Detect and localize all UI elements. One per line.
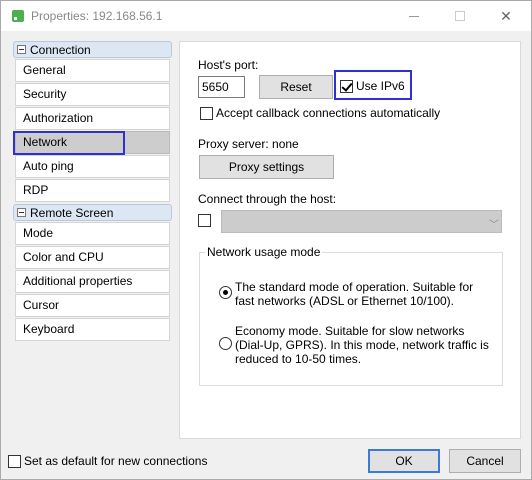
maximize-button[interactable] — [437, 1, 483, 31]
group-header-connection[interactable]: Connection — [13, 41, 172, 58]
proxy-settings-button[interactable]: Proxy settings — [199, 155, 334, 179]
network-settings-panel: Host's port: 5650 Reset Use IPv6 Accept … — [179, 41, 521, 439]
sidebar-item-color-and-cpu[interactable]: Color and CPU — [15, 246, 170, 269]
minimize-icon — [409, 15, 419, 17]
group-label-connection: Connection — [30, 42, 91, 57]
properties-window: Properties: 192.168.56.1 ✕ Connection Ge… — [0, 0, 532, 480]
connect-through-host-select[interactable] — [221, 210, 502, 233]
window-title: Properties: 192.168.56.1 — [31, 9, 163, 23]
port-input[interactable]: 5650 — [198, 76, 245, 98]
set-default-label: Set as default for new connections — [24, 454, 208, 468]
maximize-icon — [455, 11, 465, 21]
proxy-server-label: Proxy server: none — [198, 137, 299, 151]
sidebar-item-security[interactable]: Security — [15, 83, 170, 106]
accept-callback-label: Accept callback connections automaticall… — [216, 106, 441, 120]
use-ipv6-checkbox[interactable] — [340, 80, 353, 93]
network-usage-mode-legend: Network usage mode — [205, 245, 323, 259]
use-ipv6-label: Use IPv6 — [356, 79, 405, 93]
title-bar: Properties: 192.168.56.1 ✕ — [1, 1, 531, 31]
sidebar-item-mode[interactable]: Mode — [15, 222, 170, 245]
hosts-port-label: Host's port: — [198, 58, 259, 72]
reset-button[interactable]: Reset — [259, 75, 333, 99]
ok-button[interactable]: OK — [368, 449, 440, 473]
minimize-button[interactable] — [391, 1, 437, 31]
mode-standard-text: The standard mode of operation. Suitable… — [235, 280, 474, 308]
sidebar-item-authorization[interactable]: Authorization — [15, 107, 170, 130]
sidebar-item-keyboard[interactable]: Keyboard — [15, 318, 170, 341]
mode-standard-radio[interactable] — [219, 286, 232, 299]
accept-callback-checkbox[interactable] — [200, 107, 213, 120]
sidebar-item-additional-properties[interactable]: Additional properties — [15, 270, 170, 293]
mode-economy-text: Economy mode. Suitable for slow networks… — [235, 324, 489, 366]
mode-economy-radio[interactable] — [219, 337, 232, 350]
cancel-button[interactable]: Cancel — [449, 449, 521, 473]
sidebar-item-cursor[interactable]: Cursor — [15, 294, 170, 317]
close-button[interactable]: ✕ — [483, 1, 529, 31]
connect-through-label: Connect through the host: — [198, 192, 337, 206]
connect-through-checkbox[interactable] — [198, 214, 211, 227]
sidebar-item-rdp[interactable]: RDP — [15, 179, 170, 202]
network-usage-mode-group: Network usage mode The standard mode of … — [199, 245, 503, 386]
chevron-down-icon: ﹀ — [489, 220, 499, 231]
group-label-remote-screen: Remote Screen — [30, 205, 114, 220]
sidebar-item-auto-ping[interactable]: Auto ping — [15, 155, 170, 178]
group-header-remote-screen[interactable]: Remote Screen — [13, 204, 172, 221]
sidebar-item-general[interactable]: General — [15, 59, 170, 82]
collapse-icon[interactable] — [17, 45, 26, 54]
collapse-icon[interactable] — [17, 208, 26, 217]
set-default-checkbox[interactable] — [8, 455, 21, 468]
close-icon: ✕ — [500, 7, 512, 24]
app-icon — [12, 10, 24, 22]
sidebar-item-network[interactable]: Network — [15, 131, 170, 154]
